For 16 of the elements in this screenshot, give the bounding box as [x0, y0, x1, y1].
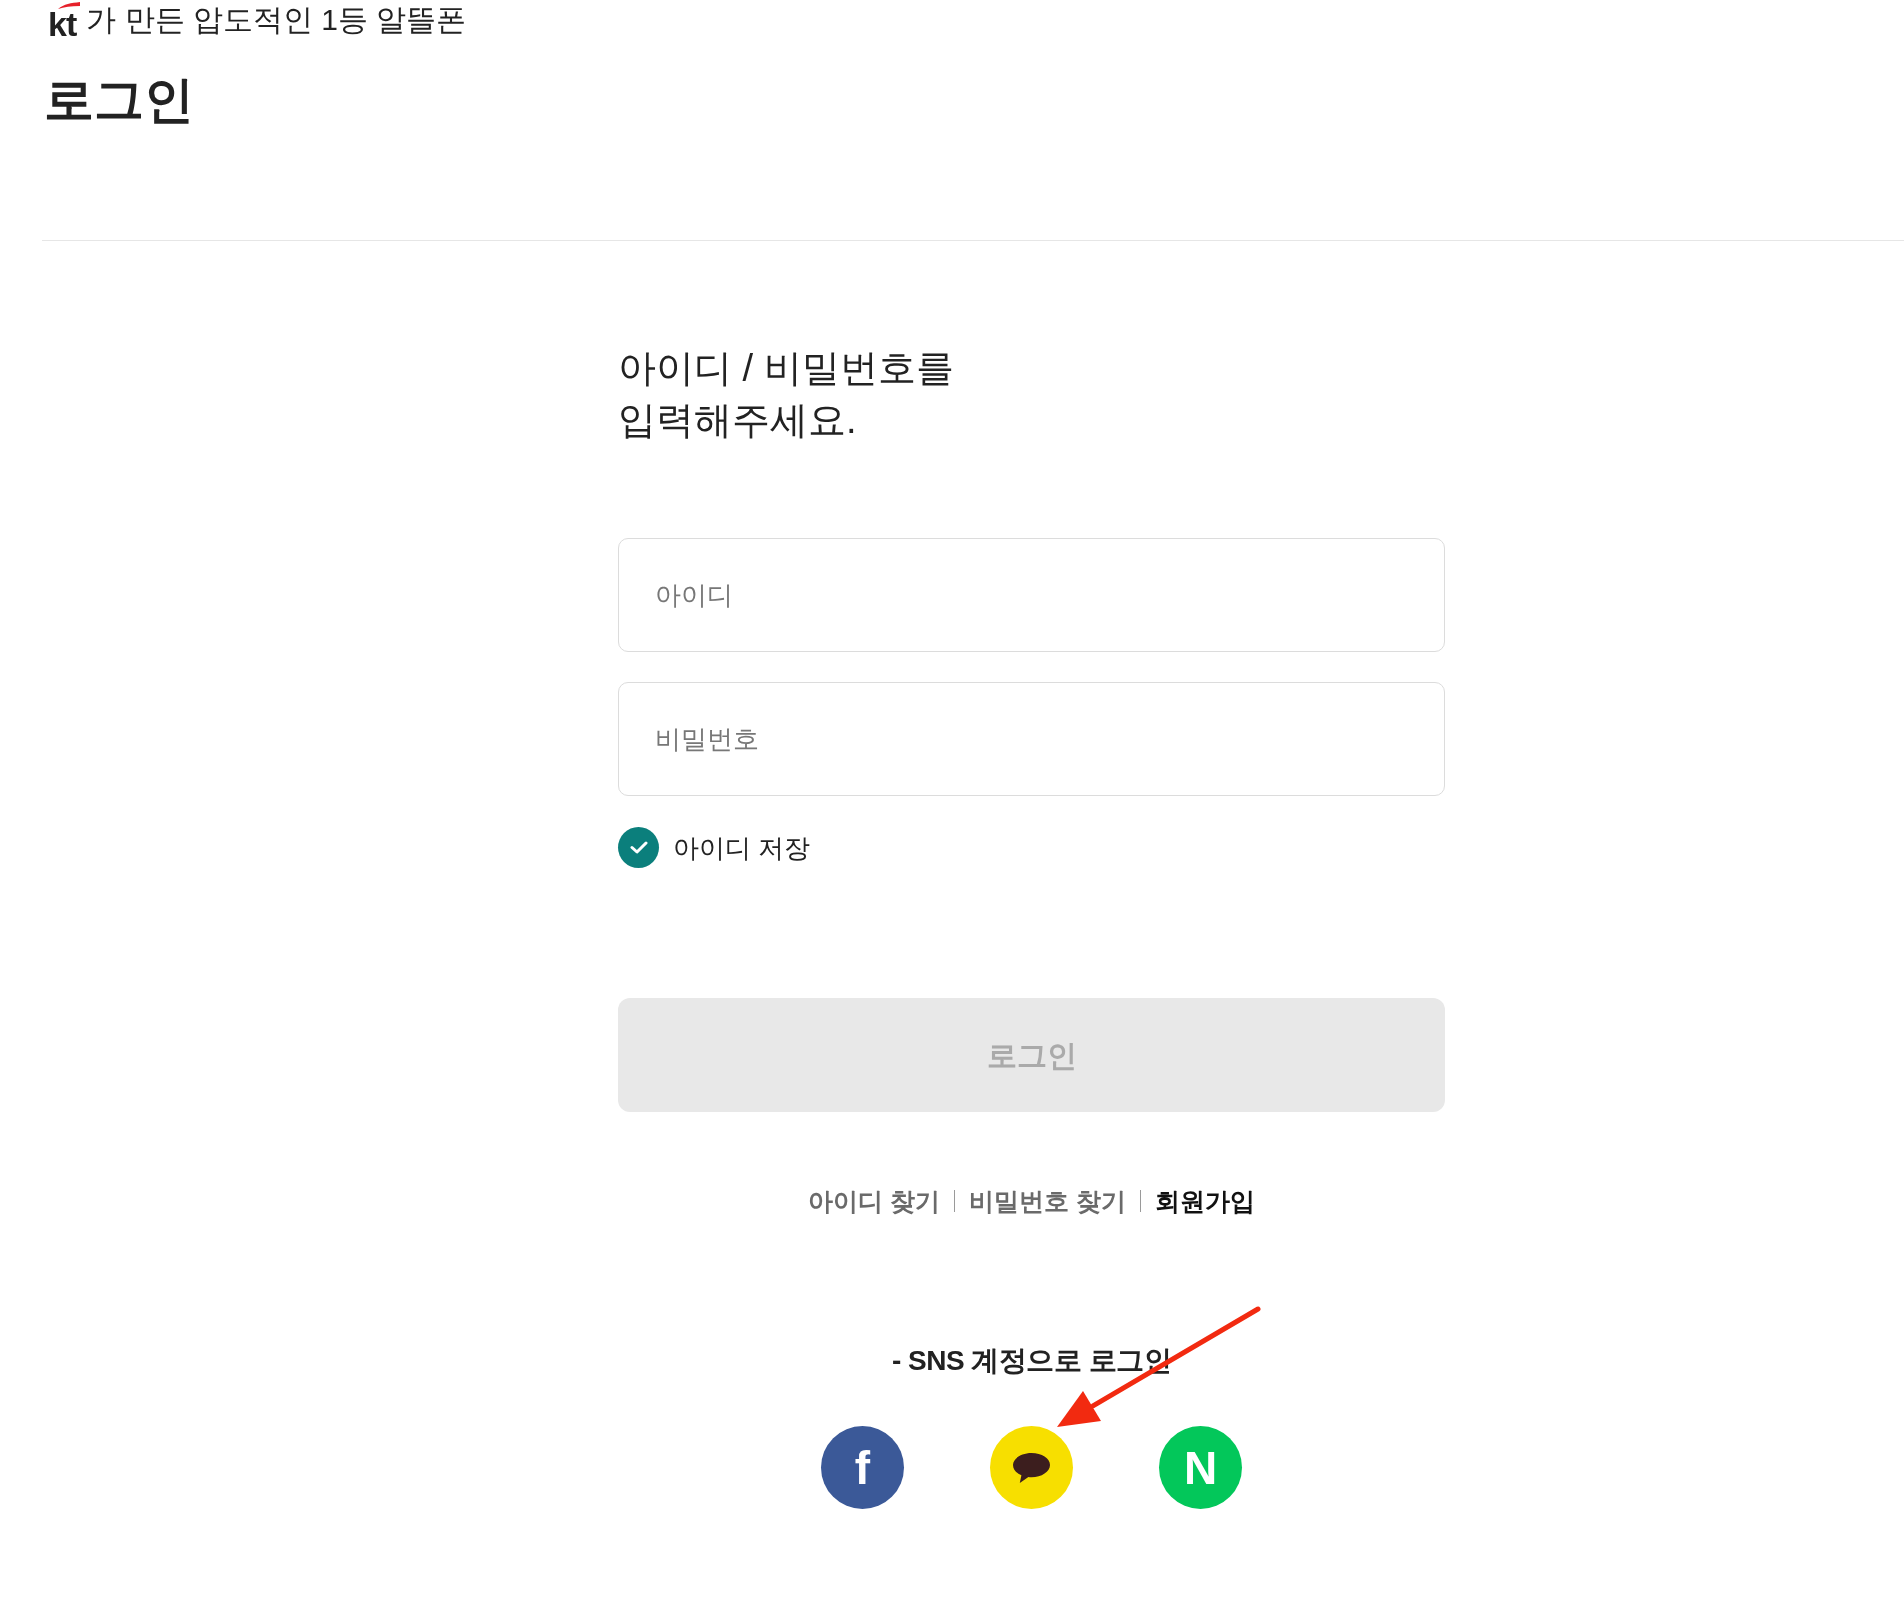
text-link[interactable]: 회원가입: [1154, 1183, 1255, 1219]
text-link[interactable]: 비밀번호 찾기: [969, 1183, 1126, 1219]
text-link[interactable]: 아이디 찾기: [808, 1183, 940, 1219]
input-field[interactable]: 비밀번호: [618, 682, 1445, 796]
checkbox[interactable]: [618, 827, 659, 868]
input-field[interactable]: 아이디: [618, 538, 1445, 652]
chat-bubble-icon: [1012, 1451, 1051, 1484]
brand-logo: kt: [48, 10, 77, 38]
tagline: 가 만든 압도적인 1등 알뜰폰: [86, 2, 467, 38]
checkbox-label: 아이디 저장: [673, 831, 811, 865]
form-heading: 아이디 / 비밀번호를 입력해주세요.: [618, 346, 954, 443]
page-title: 로그인: [44, 71, 194, 130]
swoosh-icon: [58, 2, 80, 9]
sns-login-button[interactable]: f: [821, 1426, 904, 1509]
sns-title: - SNS 계정으로 로그인: [891, 1344, 1172, 1378]
check-icon: [629, 841, 648, 854]
